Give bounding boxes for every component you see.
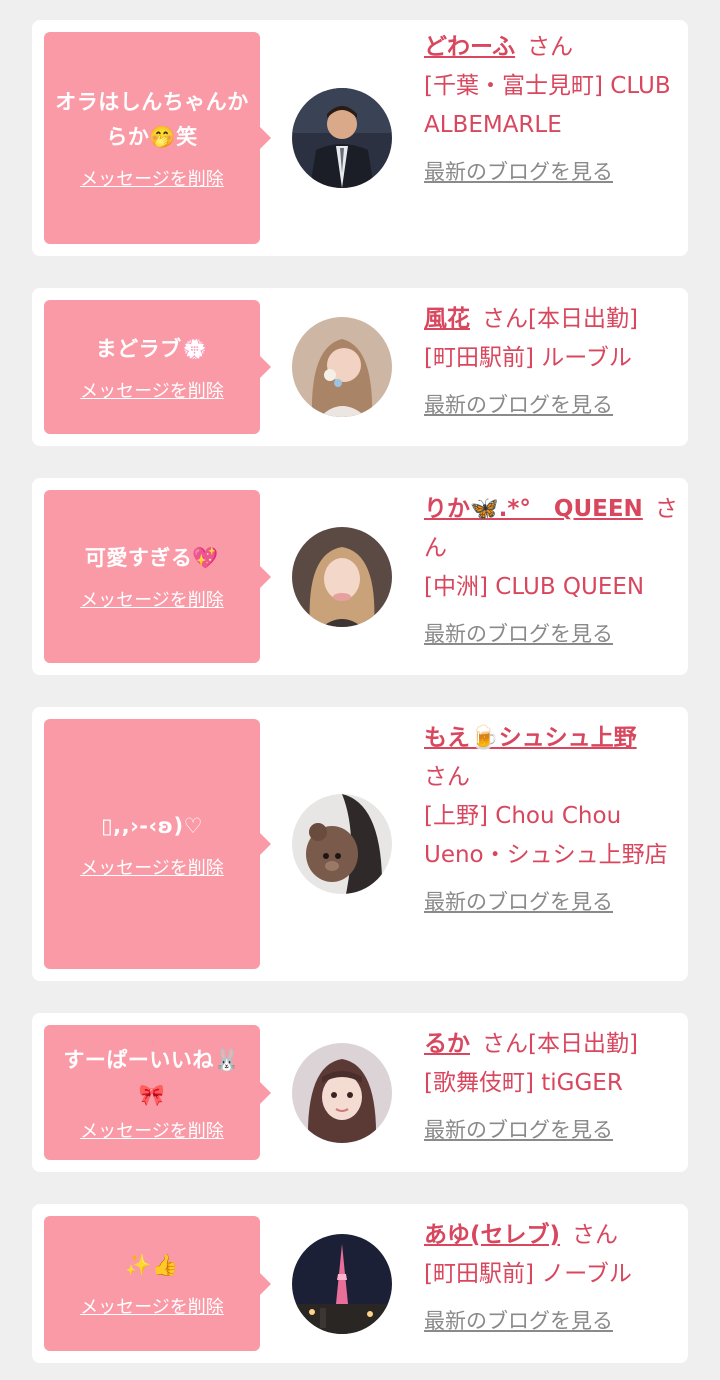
honorific-label: さん — [424, 764, 470, 790]
sender-name-link[interactable]: あゆ(セレブ) — [424, 1222, 560, 1248]
woman-portrait-avatar-icon — [292, 317, 392, 417]
message-card: まどラブ💮 メッセージを削除 風花 さん[本日出勤] [町田駅前] ルーブル 最新… — [32, 288, 688, 446]
woman-portrait-avatar-icon — [292, 527, 392, 627]
message-bubble: ▯,,›-‹ʚ)♡ メッセージを削除 — [44, 719, 271, 969]
latest-blog-link[interactable]: 最新のブログを見る — [424, 153, 613, 192]
tower-night-avatar-icon — [292, 1234, 392, 1334]
honorific-label: さん — [572, 1222, 619, 1248]
sender-name-link[interactable]: もえ🍺シュシュ上野 — [424, 725, 637, 751]
message-text: まどラブ💮 — [95, 336, 209, 361]
honorific-label: さん[本日出勤] — [482, 1031, 638, 1057]
message-card: ✨👍 メッセージを削除 あゆ(セレブ) さん [町田駅前] ノーブル 最新のブログ… — [32, 1204, 688, 1363]
shop-label: [中洲] CLUB QUEEN — [424, 574, 645, 600]
message-text: オラはしんちゃんからか🤭笑 — [55, 90, 249, 149]
sender-info: るか さん[本日出勤] [歌舞伎町] tiGGER 最新のブログを見る — [424, 1025, 680, 1150]
avatar[interactable] — [292, 317, 392, 417]
avatar[interactable] — [292, 1234, 392, 1334]
sender-info: りか🦋.*° QUEEN さん [中洲] CLUB QUEEN 最新のブログを見る — [424, 490, 680, 654]
message-card: オラはしんちゃんからか🤭笑 メッセージを削除 どわーふ さん [千葉・富士見町] … — [32, 20, 688, 256]
latest-blog-link[interactable]: 最新のブログを見る — [424, 1302, 613, 1341]
message-bubble: オラはしんちゃんからか🤭笑 メッセージを削除 — [44, 32, 271, 244]
delete-message-link[interactable]: メッセージを削除 — [80, 165, 224, 191]
woman-portrait-avatar-icon — [292, 1043, 392, 1143]
avatar[interactable] — [292, 794, 392, 894]
delete-message-link[interactable]: メッセージを削除 — [80, 586, 224, 612]
message-text: 可愛すぎる💖 — [84, 546, 220, 570]
message-bubble: 可愛すぎる💖 メッセージを削除 — [44, 490, 271, 663]
sender-info: 風花 さん[本日出勤] [町田駅前] ルーブル 最新のブログを見る — [424, 300, 680, 425]
shop-label: [町田駅前] ルーブル — [424, 345, 632, 371]
sender-name-link[interactable]: るか — [424, 1031, 470, 1057]
delete-message-link[interactable]: メッセージを削除 — [80, 377, 224, 403]
sender-info: もえ🍺シュシュ上野 さん [上野] Chou Chou Ueno・シュシュ上野店… — [424, 719, 680, 922]
message-bubble: まどラブ💮 メッセージを削除 — [44, 300, 271, 434]
message-bubble: ✨👍 メッセージを削除 — [44, 1216, 271, 1351]
avatar[interactable] — [292, 527, 392, 627]
delete-message-link[interactable]: メッセージを削除 — [80, 854, 224, 880]
message-card: すーぱーいいね🐰🎀 メッセージを削除 るか さん[本日出勤] [歌舞伎町] tiG… — [32, 1013, 688, 1172]
message-text: ▯,,›-‹ʚ)♡ — [101, 813, 203, 838]
delete-message-link[interactable]: メッセージを削除 — [80, 1117, 224, 1143]
shop-label: [千葉・富士見町] CLUB ALBEMARLE — [424, 73, 671, 138]
shop-label: [上野] Chou Chou Ueno・シュシュ上野店 — [424, 803, 668, 868]
delete-message-link[interactable]: メッセージを削除 — [80, 1293, 224, 1319]
latest-blog-link[interactable]: 最新のブログを見る — [424, 1111, 613, 1150]
message-card: ▯,,›-‹ʚ)♡ メッセージを削除 もえ🍺シュシュ上野 さん [上野] Cho… — [32, 707, 688, 981]
sender-info: あゆ(セレブ) さん [町田駅前] ノーブル 最新のブログを見る — [424, 1216, 680, 1341]
sender-name-link[interactable]: どわーふ — [424, 34, 515, 60]
message-list: オラはしんちゃんからか🤭笑 メッセージを削除 どわーふ さん [千葉・富士見町] … — [0, 0, 720, 1380]
sender-info: どわーふ さん [千葉・富士見町] CLUB ALBEMARLE 最新のブログを見… — [424, 28, 680, 192]
message-bubble: すーぱーいいね🐰🎀 メッセージを削除 — [44, 1025, 271, 1160]
honorific-label: さん — [527, 34, 574, 60]
man-in-suit-avatar-icon — [292, 88, 392, 188]
sender-name-link[interactable]: りか🦋.*° QUEEN — [424, 496, 643, 522]
woman-with-teddy-avatar-icon — [292, 794, 392, 894]
honorific-label: さん[本日出勤] — [482, 306, 638, 332]
message-text: ✨👍 — [125, 1253, 179, 1277]
latest-blog-link[interactable]: 最新のブログを見る — [424, 883, 613, 922]
message-text: すーぱーいいね🐰🎀 — [63, 1047, 241, 1107]
shop-label: [歌舞伎町] tiGGER — [424, 1070, 623, 1096]
avatar[interactable] — [292, 88, 392, 188]
shop-label: [町田駅前] ノーブル — [424, 1261, 632, 1287]
sender-name-link[interactable]: 風花 — [424, 306, 470, 332]
message-card: 可愛すぎる💖 メッセージを削除 りか🦋.*° QUEEN さん [中洲] CLUB… — [32, 478, 688, 675]
latest-blog-link[interactable]: 最新のブログを見る — [424, 386, 613, 425]
avatar[interactable] — [292, 1043, 392, 1143]
latest-blog-link[interactable]: 最新のブログを見る — [424, 615, 613, 654]
